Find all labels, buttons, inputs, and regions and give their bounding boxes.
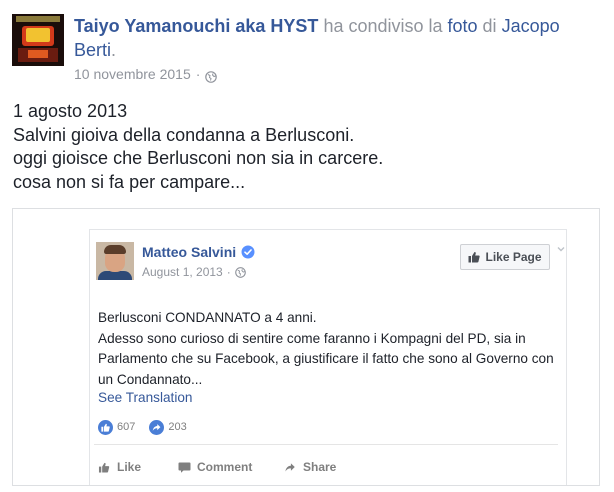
period-text: . xyxy=(111,40,117,60)
like-reaction-icon xyxy=(98,419,113,435)
author-name-link[interactable]: Taiyo Yamanouchi aka HYST xyxy=(74,16,318,36)
author-avatar[interactable] xyxy=(12,14,64,66)
embedded-text-line: Parlamento che su Facebook, a giustifica… xyxy=(98,351,554,366)
like-page-label: Like Page xyxy=(485,250,542,264)
share-reaction-icon xyxy=(149,419,165,435)
comment-icon xyxy=(178,462,191,473)
see-translation-link: See Translation xyxy=(98,390,193,405)
globe-icon xyxy=(234,266,247,278)
embedded-text-line: un Condannato... xyxy=(98,371,203,387)
photo-link[interactable]: foto xyxy=(448,16,478,36)
embedded-post-text: Berlusconi CONDANNATO a 4 anni. Adesso s… xyxy=(98,308,568,390)
comment-action-label: Comment xyxy=(197,460,253,474)
post-body-line: 1 agosto 2013 xyxy=(13,101,128,121)
action-divider xyxy=(94,444,558,445)
meta-separator: · xyxy=(195,66,201,82)
post-date-link[interactable]: 10 novembre 2015 xyxy=(74,64,191,84)
embedded-action-bar: Like Comment Share xyxy=(98,460,558,480)
like-action-label: Like xyxy=(117,460,142,474)
embedded-post-date: August 1, 2013 xyxy=(142,265,223,279)
shares-count: 203 xyxy=(168,421,187,433)
post-body-line: cosa non si fa per campare... xyxy=(13,171,246,192)
embedded-meta-separator: · xyxy=(226,265,231,279)
chevron-down-icon xyxy=(556,244,566,254)
like-action: Like xyxy=(98,460,141,474)
globe-icon[interactable] xyxy=(205,68,218,83)
of-text: di xyxy=(477,16,502,36)
share-icon xyxy=(284,462,297,473)
embedded-post-meta: August 1, 2013 · xyxy=(142,264,247,280)
shared-text: ha condiviso la xyxy=(318,16,448,36)
shared-photo[interactable]: Matteo Salvini August 1, 2013 · Like Pag… xyxy=(12,208,600,486)
embedded-text-line: Adesso sono curioso di sentire come fara… xyxy=(98,330,526,346)
embedded-author-avatar xyxy=(96,242,134,280)
thumb-icon xyxy=(468,251,481,263)
post-body-line: oggi gioisce che Berlusconi non sia in c… xyxy=(13,148,384,168)
verified-icon xyxy=(241,245,255,259)
post-body: 1 agosto 2013 Salvini gioiva della conda… xyxy=(13,100,593,194)
thumb-icon xyxy=(98,462,111,473)
share-action: Share xyxy=(284,460,336,474)
comment-action: Comment xyxy=(178,460,252,474)
like-page-button: Like Page xyxy=(460,244,550,270)
post-body-line: Salvini gioiva della condanna a Berlusco… xyxy=(13,124,355,145)
embedded-author-name-text: Matteo Salvini xyxy=(142,244,237,260)
share-action-label: Share xyxy=(303,460,337,474)
post-meta: 10 novembre 2015 · xyxy=(74,64,218,84)
post-header: Taiyo Yamanouchi aka HYST ha condiviso l… xyxy=(74,14,594,62)
embedded-author-name: Matteo Salvini xyxy=(142,243,255,261)
embedded-text-line: Berlusconi CONDANNATO a 4 anni. xyxy=(98,310,317,325)
embedded-post-card: Matteo Salvini August 1, 2013 · Like Pag… xyxy=(89,229,568,485)
reaction-summary: 607 203 xyxy=(98,418,187,436)
likes-count: 607 xyxy=(117,421,136,433)
